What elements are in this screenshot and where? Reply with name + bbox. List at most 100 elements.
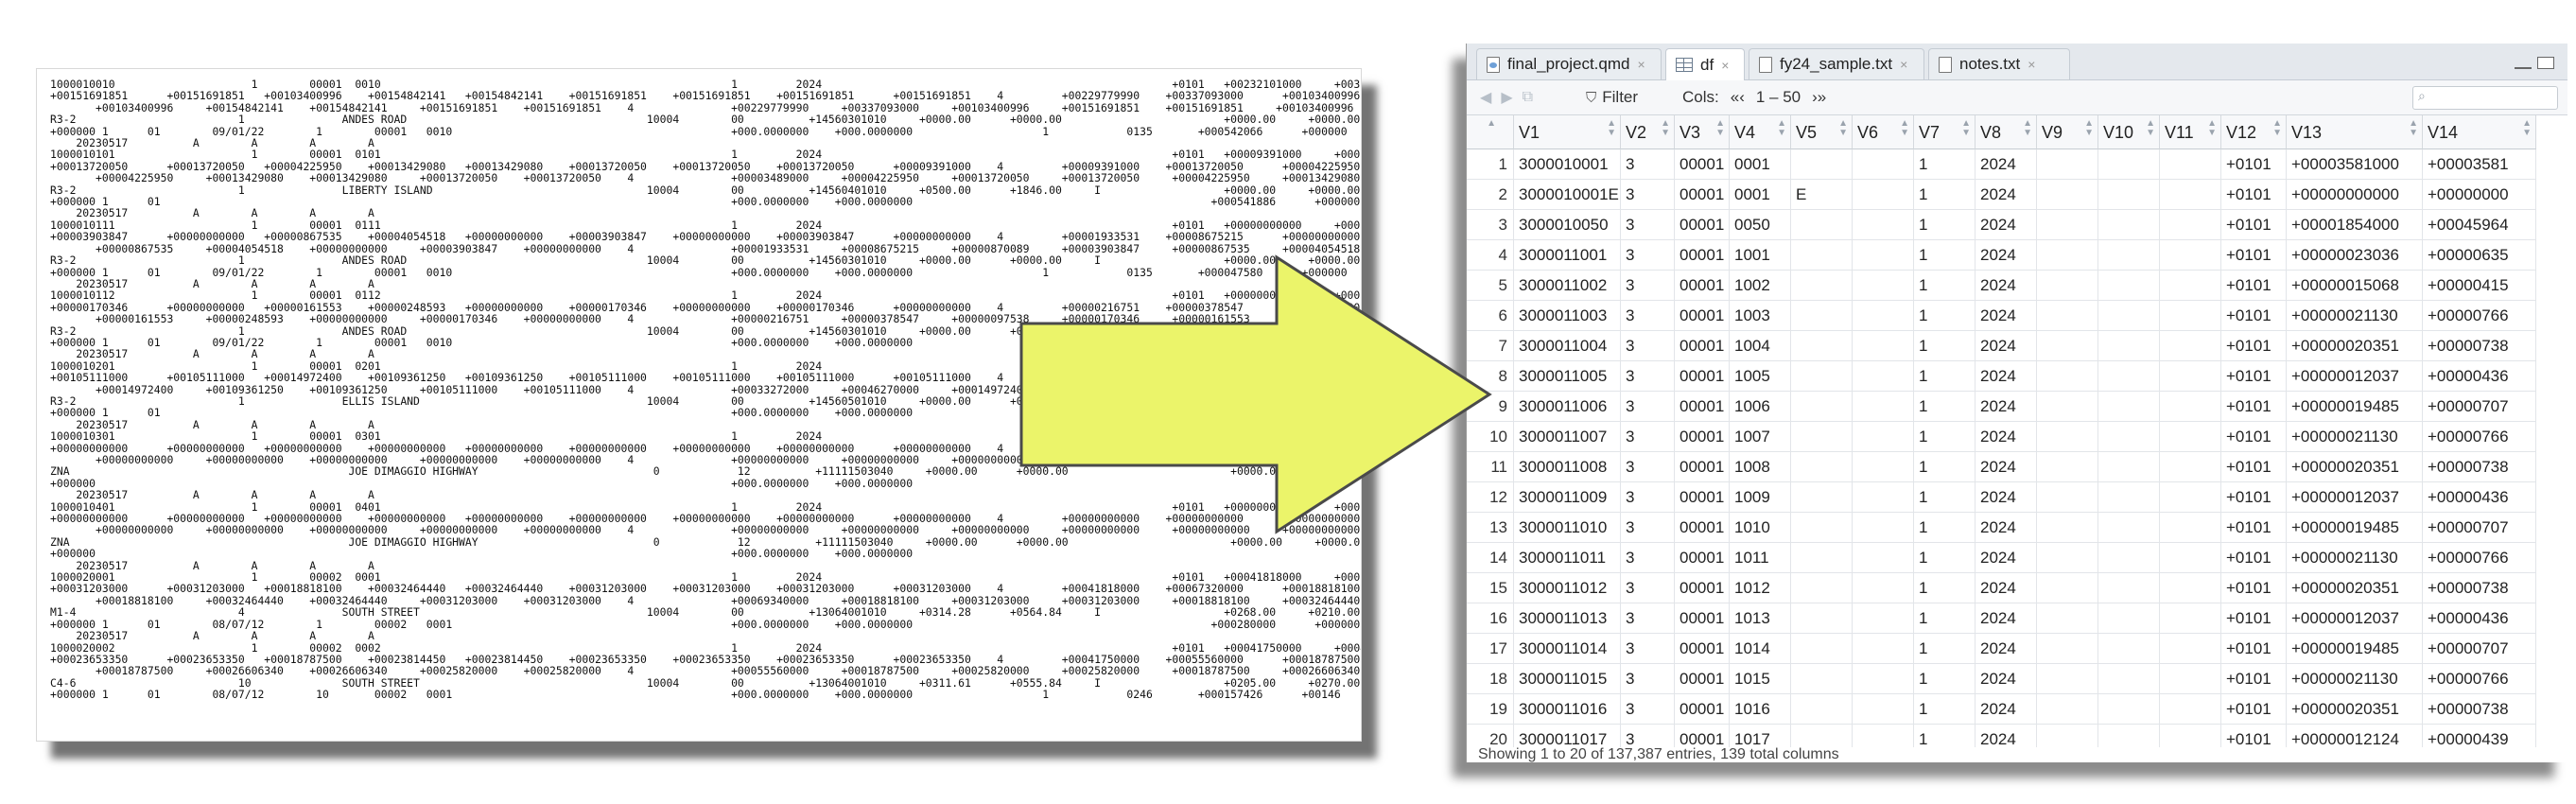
table-cell[interactable]: 1006 (1730, 392, 1791, 422)
table-cell[interactable]: 3000011015 (1514, 664, 1621, 694)
table-cell[interactable]: 1 (1914, 149, 1976, 180)
table-cell[interactable]: 1015 (1730, 664, 1791, 694)
column-header-v10[interactable]: V10 ▲ ▼ (2098, 115, 2160, 149)
table-cell[interactable]: +00000012037 (2287, 361, 2423, 392)
table-cell[interactable]: 00001 (1675, 513, 1730, 543)
table-cell[interactable] (1791, 331, 1853, 361)
table-cell[interactable] (2037, 634, 2098, 664)
table-cell[interactable]: 1004 (1730, 331, 1791, 361)
table-cell[interactable] (2098, 361, 2160, 392)
table-cell[interactable]: +0101 (2221, 634, 2287, 664)
table-cell[interactable] (2160, 271, 2221, 301)
table-cell[interactable]: +00000019485 (2287, 513, 2423, 543)
column-header-v2[interactable]: V2 ▲ ▼ (1621, 115, 1675, 149)
table-cell[interactable]: +0101 (2221, 694, 2287, 725)
table-cell[interactable]: 1016 (1730, 694, 1791, 725)
table-cell[interactable] (2160, 210, 2221, 240)
table-cell[interactable]: 2024 (1976, 513, 2037, 543)
table-cell[interactable] (2160, 603, 2221, 634)
table-cell[interactable]: +00000021130 (2287, 301, 2423, 331)
table-cell[interactable]: 1 (1914, 240, 1976, 271)
column-header-v11[interactable]: V11 ▲ ▼ (2160, 115, 2221, 149)
table-cell[interactable] (2098, 180, 2160, 210)
page-prev-button[interactable]: «‹ (1731, 88, 1745, 107)
table-cell[interactable]: +00000738 (2423, 331, 2536, 361)
table-cell[interactable]: +0101 (2221, 149, 2287, 180)
table-cell[interactable] (2160, 513, 2221, 543)
table-cell[interactable] (2160, 573, 2221, 603)
tab-df[interactable]: df × (1665, 48, 1745, 80)
table-cell[interactable]: +00000738 (2423, 573, 2536, 603)
table-cell[interactable]: 2024 (1976, 301, 2037, 331)
table-cell[interactable]: 00001 (1675, 664, 1730, 694)
table-cell[interactable] (2037, 392, 2098, 422)
table-cell[interactable] (2098, 240, 2160, 271)
table-cell[interactable]: +0101 (2221, 664, 2287, 694)
table-cell[interactable] (2160, 634, 2221, 664)
table-cell[interactable]: +00000738 (2423, 694, 2536, 725)
table-cell[interactable] (1791, 664, 1853, 694)
table-cell[interactable]: 3000010001 (1514, 149, 1621, 180)
column-header-v8[interactable]: V8 ▲ ▼ (1976, 115, 2037, 149)
table-cell[interactable]: 2024 (1976, 694, 2037, 725)
popout-icon[interactable]: ⧉ (1523, 89, 1533, 106)
table-cell[interactable]: +0101 (2221, 573, 2287, 603)
table-cell[interactable]: +00000021130 (2287, 664, 2423, 694)
table-cell[interactable] (2098, 331, 2160, 361)
table-cell[interactable]: 1 (1914, 331, 1976, 361)
table-cell[interactable]: 1 (1914, 422, 1976, 452)
table-cell[interactable] (2098, 149, 2160, 180)
table-cell[interactable]: +00000635 (2423, 240, 2536, 271)
table-cell[interactable] (1853, 513, 1914, 543)
table-cell[interactable]: +0101 (2221, 240, 2287, 271)
table-cell[interactable] (2037, 482, 2098, 513)
table-cell[interactable]: 1010 (1730, 513, 1791, 543)
table-cell[interactable]: 00001 (1675, 301, 1730, 331)
table-cell[interactable]: 1013 (1730, 603, 1791, 634)
table-cell[interactable]: 00001 (1675, 271, 1730, 301)
table-cell[interactable]: 3000011013 (1514, 603, 1621, 634)
table-cell[interactable]: +00000015068 (2287, 271, 2423, 301)
tab-notes[interactable]: notes.txt × (1928, 48, 2070, 79)
table-cell[interactable] (1853, 573, 1914, 603)
table-cell[interactable]: +00000707 (2423, 634, 2536, 664)
table-cell[interactable]: 00001 (1675, 482, 1730, 513)
minimize-button[interactable] (2515, 57, 2532, 69)
table-cell[interactable] (2160, 392, 2221, 422)
table-cell[interactable] (1791, 240, 1853, 271)
table-cell[interactable]: 00001 (1675, 452, 1730, 482)
table-cell[interactable]: E (1791, 180, 1853, 210)
table-cell[interactable]: 2024 (1976, 180, 2037, 210)
table-cell[interactable]: 3000011016 (1514, 694, 1621, 725)
table-cell[interactable]: 3000011001 (1514, 240, 1621, 271)
table-cell[interactable] (1791, 634, 1853, 664)
table-cell[interactable]: 00001 (1675, 331, 1730, 361)
table-cell[interactable]: 1 (1914, 543, 1976, 573)
table-cell[interactable]: 1009 (1730, 482, 1791, 513)
table-cell[interactable] (1853, 452, 1914, 482)
table-cell[interactable]: 2024 (1976, 452, 2037, 482)
table-cell[interactable]: +00000436 (2423, 603, 2536, 634)
table-cell[interactable] (2037, 573, 2098, 603)
table-cell[interactable]: +00000000000 (2287, 180, 2423, 210)
table-cell[interactable]: 1 (1914, 573, 1976, 603)
table-cell[interactable]: 0050 (1730, 210, 1791, 240)
table-cell[interactable] (2160, 694, 2221, 725)
table-cell[interactable]: 1 (1914, 664, 1976, 694)
table-cell[interactable] (2160, 180, 2221, 210)
table-cell[interactable]: +00000020351 (2287, 452, 2423, 482)
table-cell[interactable]: 2024 (1976, 271, 2037, 301)
table-cell[interactable]: 2024 (1976, 392, 2037, 422)
table-cell[interactable]: +0101 (2221, 482, 2287, 513)
table-cell[interactable]: 00001 (1675, 573, 1730, 603)
table-cell[interactable]: 00001 (1675, 210, 1730, 240)
table-cell[interactable] (2160, 149, 2221, 180)
close-icon[interactable]: × (1900, 57, 1907, 72)
table-cell[interactable]: +00000020351 (2287, 331, 2423, 361)
table-cell[interactable]: 0001 (1730, 180, 1791, 210)
table-cell[interactable]: +0101 (2221, 513, 2287, 543)
table-cell[interactable] (2098, 392, 2160, 422)
table-cell[interactable]: 2024 (1976, 361, 2037, 392)
table-cell[interactable] (1853, 361, 1914, 392)
table-cell[interactable] (2160, 301, 2221, 331)
